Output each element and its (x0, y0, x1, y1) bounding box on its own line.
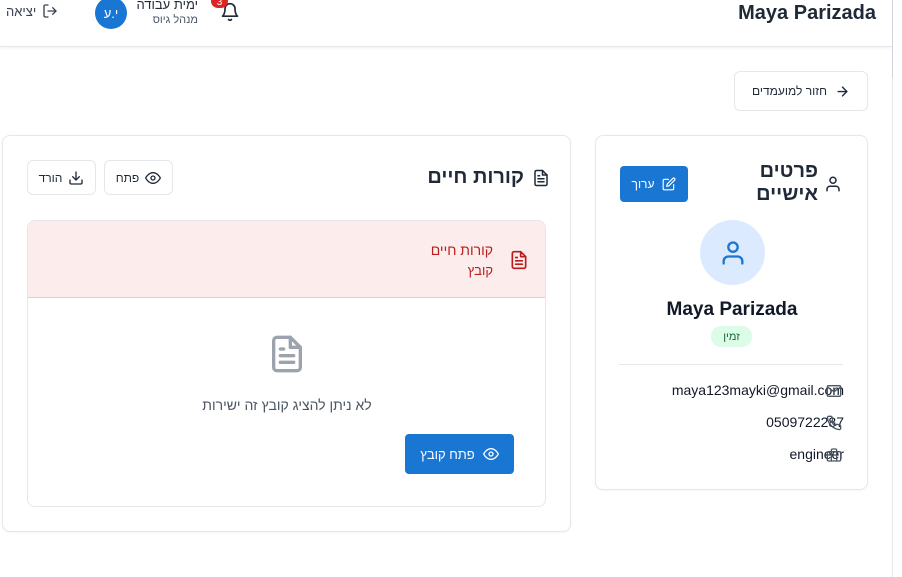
open-label: פתח (115, 170, 140, 185)
divider (619, 364, 843, 365)
file-header: קורות חיים קובץ (28, 221, 545, 298)
user-icon (826, 176, 840, 192)
logout-icon (43, 4, 57, 18)
email-row: maya123mayki@gmail.com (672, 382, 844, 398)
edit-label: ערוך (631, 177, 655, 191)
resume-title-text: קורות חיים (427, 166, 524, 188)
edit-icon (663, 177, 676, 191)
profile-avatar (700, 220, 765, 285)
logout-button[interactable]: יציאה (6, 3, 58, 19)
document-icon (534, 169, 548, 186)
user-name: ימית עבודה (136, 0, 198, 12)
back-to-candidates-button[interactable]: חזור למועמדים (734, 71, 868, 111)
file-preview: קורות חיים קובץ לא ניתן להציג קובץ זה יש… (27, 220, 546, 507)
file-type: קובץ (467, 263, 493, 278)
logout-label: יציאה (6, 3, 37, 19)
download-label: הורד (38, 170, 63, 185)
eye-icon (145, 171, 162, 184)
file-name: קורות חיים (430, 242, 493, 258)
resume-title: קורות חיים (427, 166, 550, 189)
personal-details-title: פרטים אישיים (756, 160, 818, 205)
open-resume-button[interactable]: פתח (104, 160, 173, 195)
scrollbar-thumb[interactable] (892, 0, 902, 78)
open-file-label: פתח קובץ (420, 446, 475, 462)
email-value[interactable]: maya123mayki@gmail.com (672, 382, 844, 398)
document-icon (272, 335, 302, 373)
user-icon (722, 240, 743, 265)
briefcase-icon (826, 448, 842, 462)
document-icon (511, 250, 527, 270)
arrow-right-icon (837, 85, 848, 97)
eye-icon (482, 448, 499, 460)
user-role: מנהל גיוס (152, 14, 198, 26)
preview-message: לא ניתן להציג קובץ זה ישירות (202, 397, 372, 413)
profile-name: Maya Parizada (666, 299, 798, 320)
download-icon (69, 170, 84, 185)
brand-title: Maya Parizada (738, 2, 876, 24)
open-file-button[interactable]: פתח קובץ (405, 434, 514, 474)
back-label: חזור למועמדים (751, 84, 827, 98)
scrollbar-track[interactable] (892, 0, 902, 577)
phone-icon (826, 415, 842, 431)
edit-button[interactable]: ערוך (620, 166, 688, 202)
status-badge: זמין (711, 326, 752, 347)
download-resume-button[interactable]: הורד (27, 160, 96, 195)
mail-icon (826, 385, 842, 397)
